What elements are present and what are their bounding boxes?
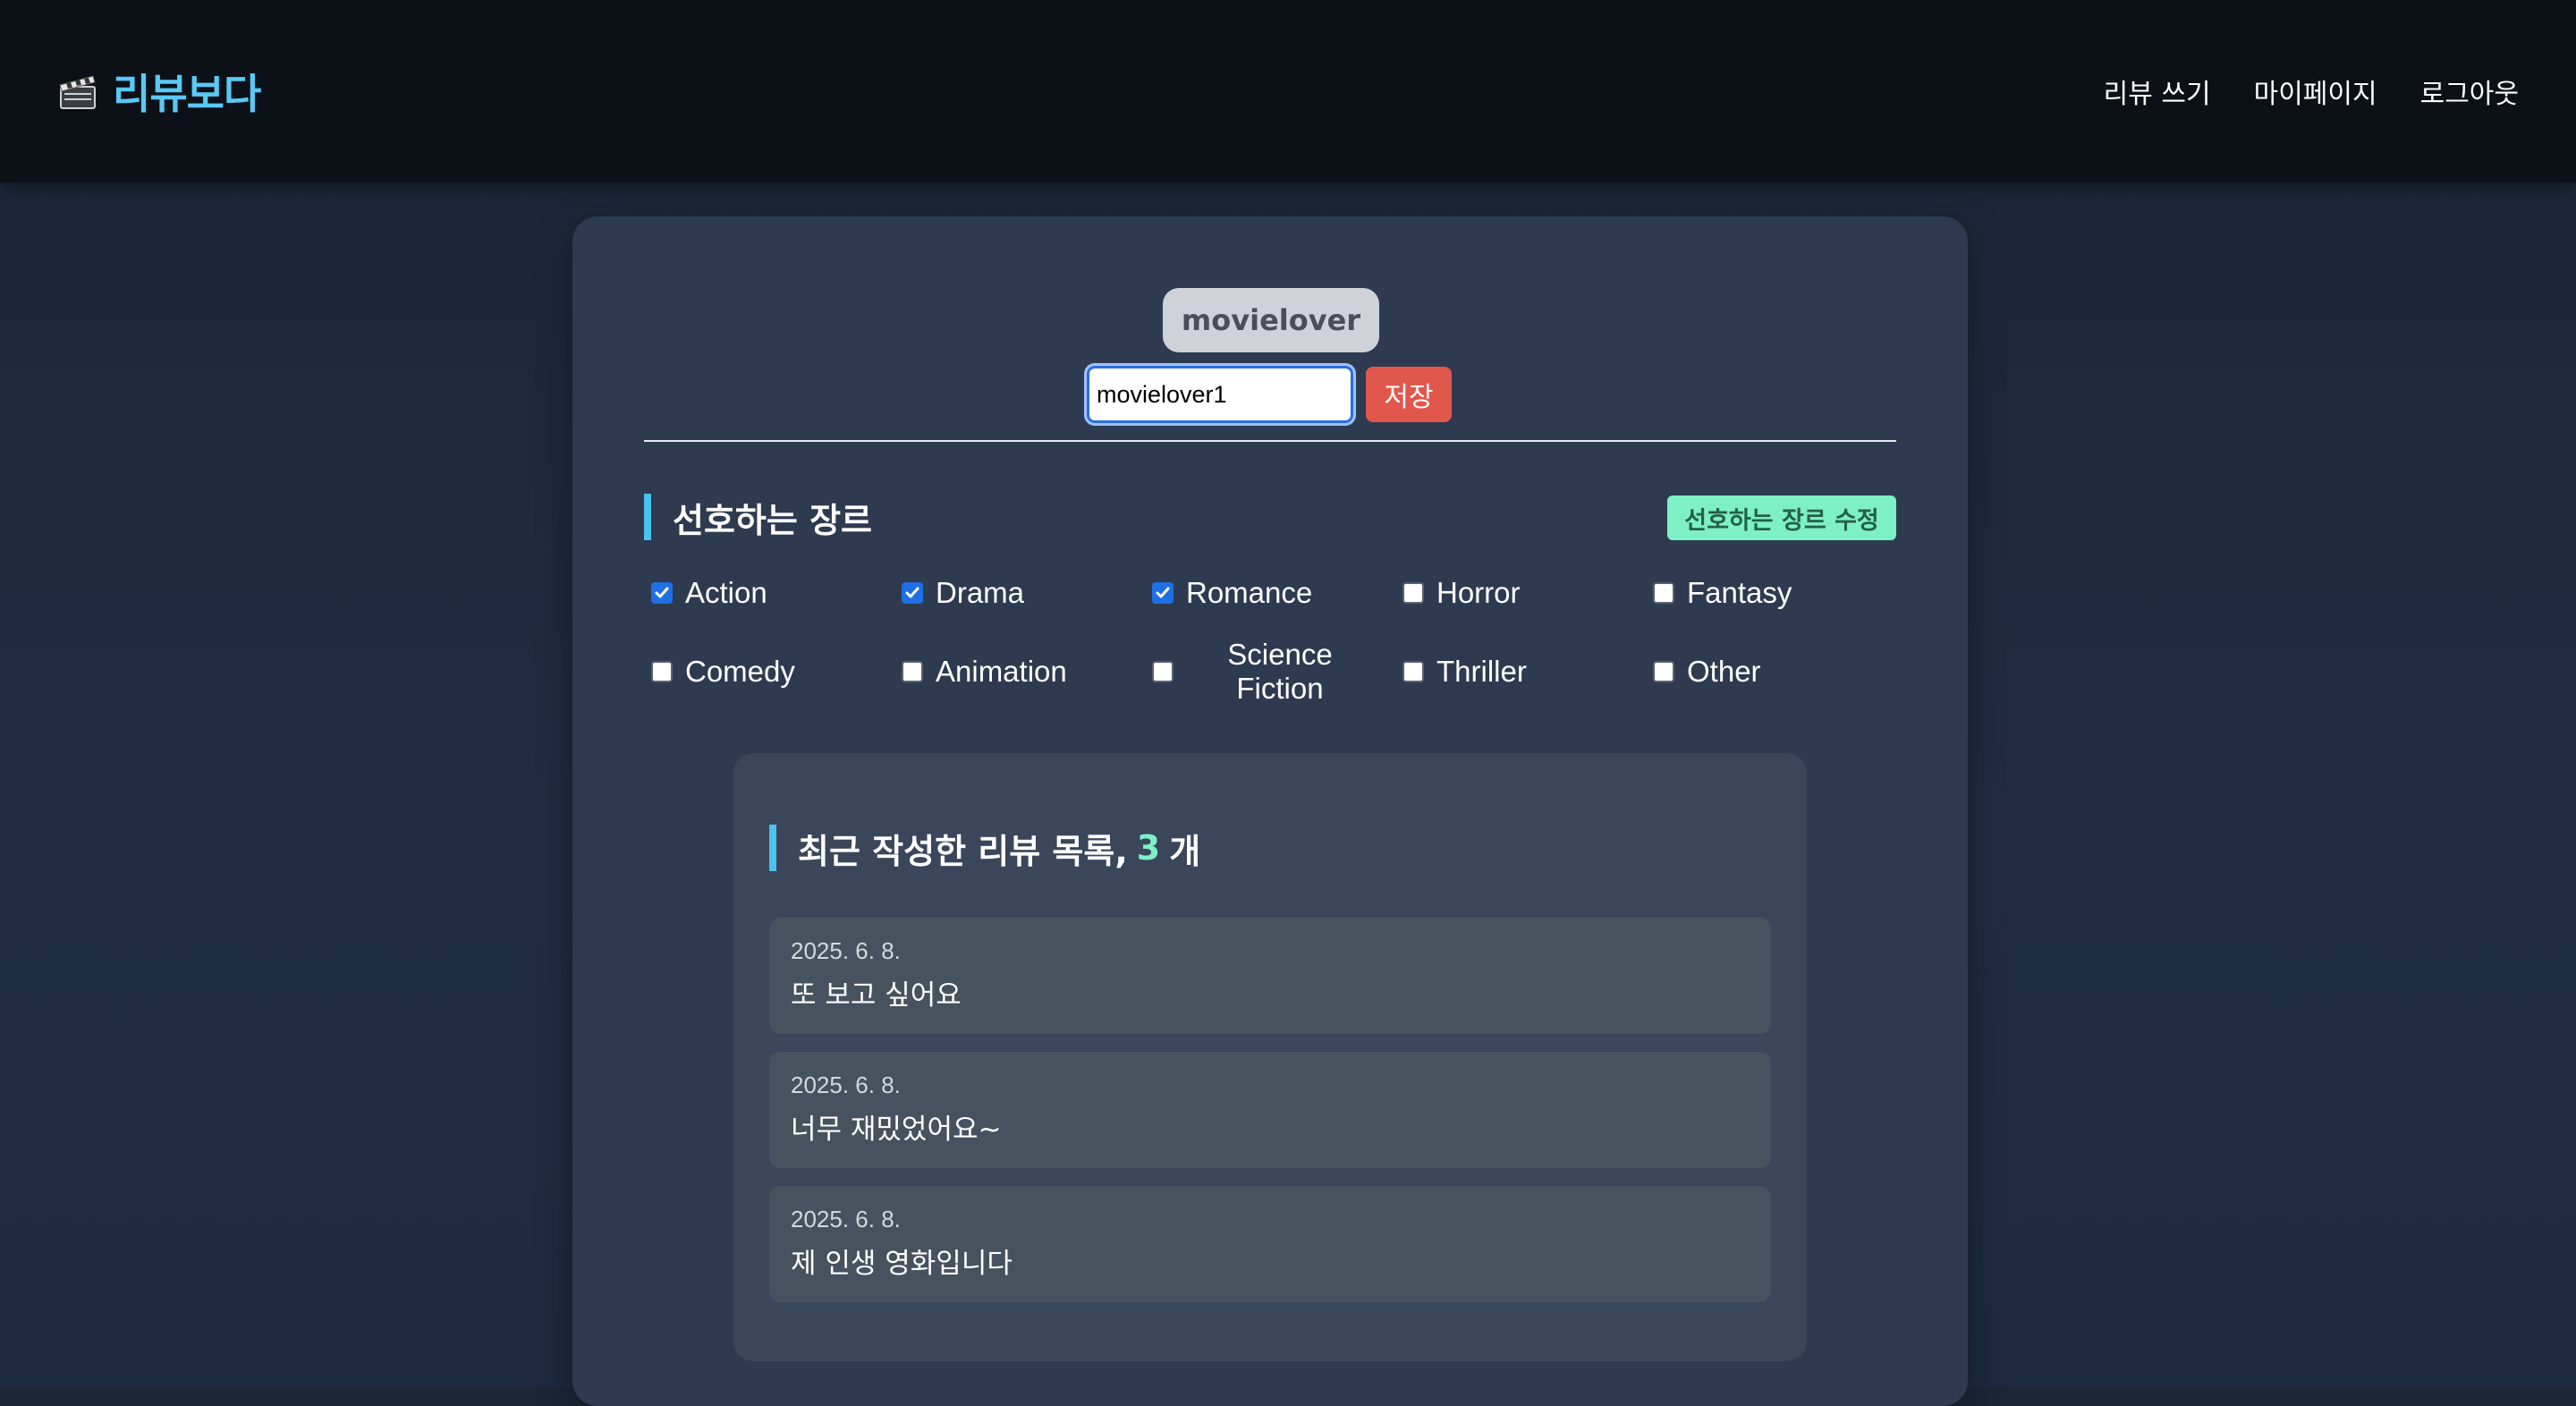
nav-mypage[interactable]: 마이페이지: [2254, 72, 2377, 111]
genre-option[interactable]: Fantasy: [1653, 562, 1903, 624]
genre-label: Horror: [1436, 576, 1521, 609]
genre-label: Fantasy: [1687, 576, 1792, 609]
review-text: 제 인생 영화입니다: [791, 1248, 1013, 1280]
clapperboard-icon: [59, 75, 96, 109]
review-date: 2025. 6. 8.: [791, 1071, 901, 1098]
genre-option[interactable]: Animation: [902, 640, 1152, 703]
review-text: 또 보고 싶어요: [791, 979, 962, 1012]
review-item[interactable]: 2025. 6. 8. 너무 재밌었어요~: [769, 1052, 1771, 1168]
reviews-title-prefix: 최근 작성한 리뷰 목록,: [798, 831, 1128, 871]
genre-label: Drama: [936, 576, 1025, 609]
genre-option[interactable]: Thriller: [1402, 640, 1653, 703]
genre-checkbox[interactable]: [902, 582, 923, 604]
genre-checkbox[interactable]: [1653, 661, 1674, 682]
username-input[interactable]: [1084, 363, 1356, 426]
genre-checkbox[interactable]: [1402, 661, 1424, 682]
nav-write-review[interactable]: 리뷰 쓰기: [2104, 72, 2211, 111]
genre-option[interactable]: Science Fiction: [1152, 638, 1402, 705]
review-item[interactable]: 2025. 6. 8. 제 인생 영화입니다: [769, 1186, 1771, 1302]
top-navbar: 리뷰보다 리뷰 쓰기 마이페이지 로그아웃: [0, 0, 2576, 182]
save-button[interactable]: 저장: [1366, 367, 1452, 422]
genre-section-title: 선호하는 장르: [644, 494, 872, 540]
reviews-count: 3: [1136, 828, 1161, 868]
genre-checkbox[interactable]: [902, 661, 923, 682]
brand-name[interactable]: 리뷰보다: [113, 62, 261, 121]
genre-label: Other: [1687, 655, 1761, 688]
edit-genre-button[interactable]: 선호하는 장르 수정: [1667, 495, 1896, 540]
review-text: 너무 재밌었어요~: [791, 1114, 1002, 1146]
nav-links: 리뷰 쓰기 마이페이지 로그아웃: [2104, 72, 2519, 111]
checkmark-icon: [905, 587, 919, 598]
genre-option[interactable]: Other: [1653, 640, 1903, 703]
checkmark-icon: [655, 587, 669, 598]
genre-option[interactable]: Action: [651, 562, 902, 624]
genre-checkbox[interactable]: [1653, 582, 1674, 604]
reviews-title: 최근 작성한 리뷰 목록, 3 개: [769, 825, 1200, 871]
username-badge: movielover: [1163, 288, 1379, 352]
mypage-card: movielover 저장 선호하는 장르 선호하는 장르 수정 Action D…: [572, 216, 1968, 1406]
genre-option[interactable]: Drama: [902, 562, 1152, 624]
review-item[interactable]: 2025. 6. 8. 또 보고 싶어요: [769, 918, 1771, 1034]
genre-option[interactable]: Horror: [1402, 562, 1653, 624]
genre-option[interactable]: Comedy: [651, 640, 902, 703]
brand-logo[interactable]: 리뷰보다: [55, 62, 261, 121]
reviews-title-suffix: 개: [1169, 831, 1201, 871]
genre-checkbox[interactable]: [1402, 582, 1424, 604]
genre-label: Science Fiction: [1227, 638, 1333, 705]
genre-checkbox[interactable]: [651, 661, 673, 682]
genre-label: Animation: [936, 655, 1067, 688]
genre-option[interactable]: Romance: [1152, 562, 1402, 624]
genre-checkbox[interactable]: [1152, 582, 1174, 604]
recent-reviews-panel: 최근 작성한 리뷰 목록, 3 개 2025. 6. 8. 또 보고 싶어요 2…: [733, 753, 1807, 1361]
genre-checkbox[interactable]: [1152, 661, 1174, 682]
review-date: 2025. 6. 8.: [791, 937, 901, 964]
review-date: 2025. 6. 8.: [791, 1206, 901, 1232]
genre-label: Romance: [1186, 576, 1313, 609]
genre-checkbox[interactable]: [651, 582, 673, 604]
divider: [644, 440, 1896, 442]
genre-label: Thriller: [1436, 655, 1527, 688]
genre-label: Comedy: [685, 655, 795, 688]
genre-list: Action Drama Romance Horror Fantasy Comedy Ani…: [651, 562, 1903, 705]
checkmark-icon: [1156, 587, 1170, 598]
nav-logout[interactable]: 로그아웃: [2420, 72, 2519, 111]
genre-label: Action: [685, 576, 767, 609]
